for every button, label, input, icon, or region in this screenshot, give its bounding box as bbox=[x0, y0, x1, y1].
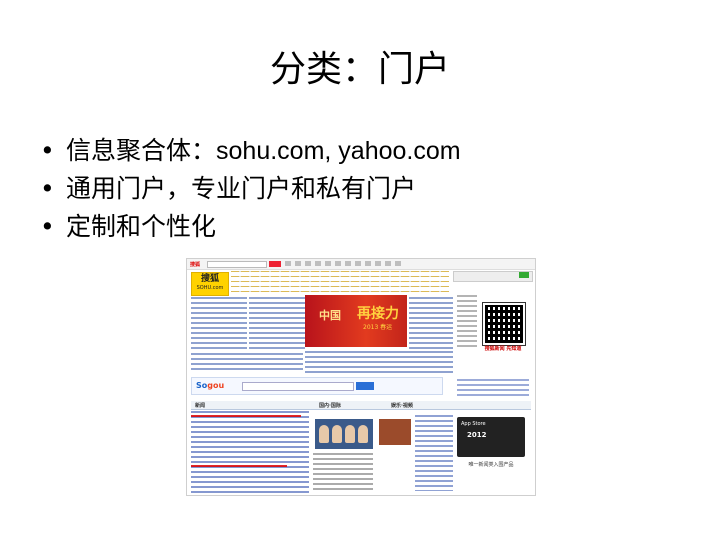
person-photo bbox=[345, 425, 355, 443]
top-search-button[interactable] bbox=[269, 261, 281, 267]
bullet-text: 信息聚合体： bbox=[66, 136, 217, 165]
logo-english: SOHU.com bbox=[196, 285, 224, 291]
headline-list[interactable] bbox=[249, 297, 305, 349]
section-tabs: 新闻 国内·国际 娱乐·视频 bbox=[191, 401, 531, 410]
bullet-item: 定制和个性化 bbox=[40, 208, 461, 246]
sogou-search-input[interactable] bbox=[242, 382, 354, 391]
person-photo bbox=[332, 425, 342, 443]
headline-highlight bbox=[191, 465, 287, 467]
channel-nav-lines bbox=[231, 271, 449, 293]
service-links[interactable] bbox=[457, 379, 529, 399]
top-search-input[interactable] bbox=[207, 261, 267, 268]
sogou-search-button[interactable] bbox=[356, 382, 374, 390]
sohu-logo[interactable]: 搜狐 SOHU.com bbox=[191, 272, 229, 296]
banner-main-text: 再接力 bbox=[357, 306, 399, 322]
news-list[interactable] bbox=[415, 415, 453, 491]
logo-chinese: 搜狐 bbox=[200, 274, 219, 284]
headline-list[interactable] bbox=[191, 353, 303, 373]
tab-news[interactable]: 新闻 bbox=[195, 402, 205, 409]
person-photo bbox=[319, 425, 329, 443]
video-thumbnail[interactable] bbox=[379, 419, 411, 445]
bullet-item: 信息聚合体：sohu.com, yahoo.com bbox=[40, 132, 461, 170]
tab-entertainment[interactable]: 娱乐·视频 bbox=[391, 402, 413, 409]
feature-banner[interactable]: 中国 再接力 2013 春运 bbox=[305, 295, 407, 347]
ad-caption: 唯一新闻类入围产品 bbox=[468, 462, 514, 468]
bullet-item: 通用门户，专业门户和私有门户 bbox=[40, 170, 461, 208]
app-store-label: App Store bbox=[461, 421, 486, 427]
login-button[interactable] bbox=[519, 272, 529, 278]
sogou-logo: Sogou bbox=[196, 381, 224, 390]
bullet-example-sites: sohu.com, yahoo.com bbox=[216, 137, 461, 165]
qr-label: 搜狐新闻 先知道 bbox=[484, 346, 522, 352]
portal-top-bar: 搜狐 bbox=[187, 259, 535, 270]
slide-title: 分类：门户 bbox=[269, 49, 450, 90]
headline-highlight bbox=[191, 415, 301, 417]
qr-code bbox=[482, 302, 526, 346]
bullet-text: 定制和个性化 bbox=[66, 212, 217, 241]
side-link-column[interactable] bbox=[457, 295, 477, 349]
sogou-search-bar: Sogou bbox=[191, 377, 443, 395]
sogou-logo-b: gou bbox=[207, 381, 225, 390]
news-list[interactable] bbox=[191, 411, 309, 493]
person-photo bbox=[358, 425, 368, 443]
tab-domestic-intl[interactable]: 国内·国际 bbox=[319, 402, 341, 409]
top-bar-logo: 搜狐 bbox=[190, 262, 201, 268]
photo-news[interactable] bbox=[315, 419, 373, 449]
bullet-list: 信息聚合体：sohu.com, yahoo.com 通用门户，专业门户和私有门户… bbox=[40, 132, 461, 246]
news-list[interactable] bbox=[313, 453, 373, 493]
app-store-ad[interactable]: App Store 2012 bbox=[457, 417, 525, 457]
top-links[interactable] bbox=[285, 261, 405, 266]
banner-sub-text: 2013 春运 bbox=[363, 324, 393, 331]
sogou-logo-a: So bbox=[196, 381, 208, 390]
headline-list[interactable] bbox=[305, 351, 453, 373]
headline-list[interactable] bbox=[409, 297, 453, 349]
ad-year: 2012 bbox=[467, 431, 487, 439]
headline-list[interactable] bbox=[191, 297, 247, 349]
bullet-text: 通用门户，专业门户和私有门户 bbox=[66, 174, 417, 203]
banner-left-text: 中国 bbox=[319, 309, 341, 322]
portal-screenshot: 搜狐 搜狐 SOHU.com 中国 再接力 2013 春运 搜狐新闻 先知道 S… bbox=[186, 258, 536, 496]
